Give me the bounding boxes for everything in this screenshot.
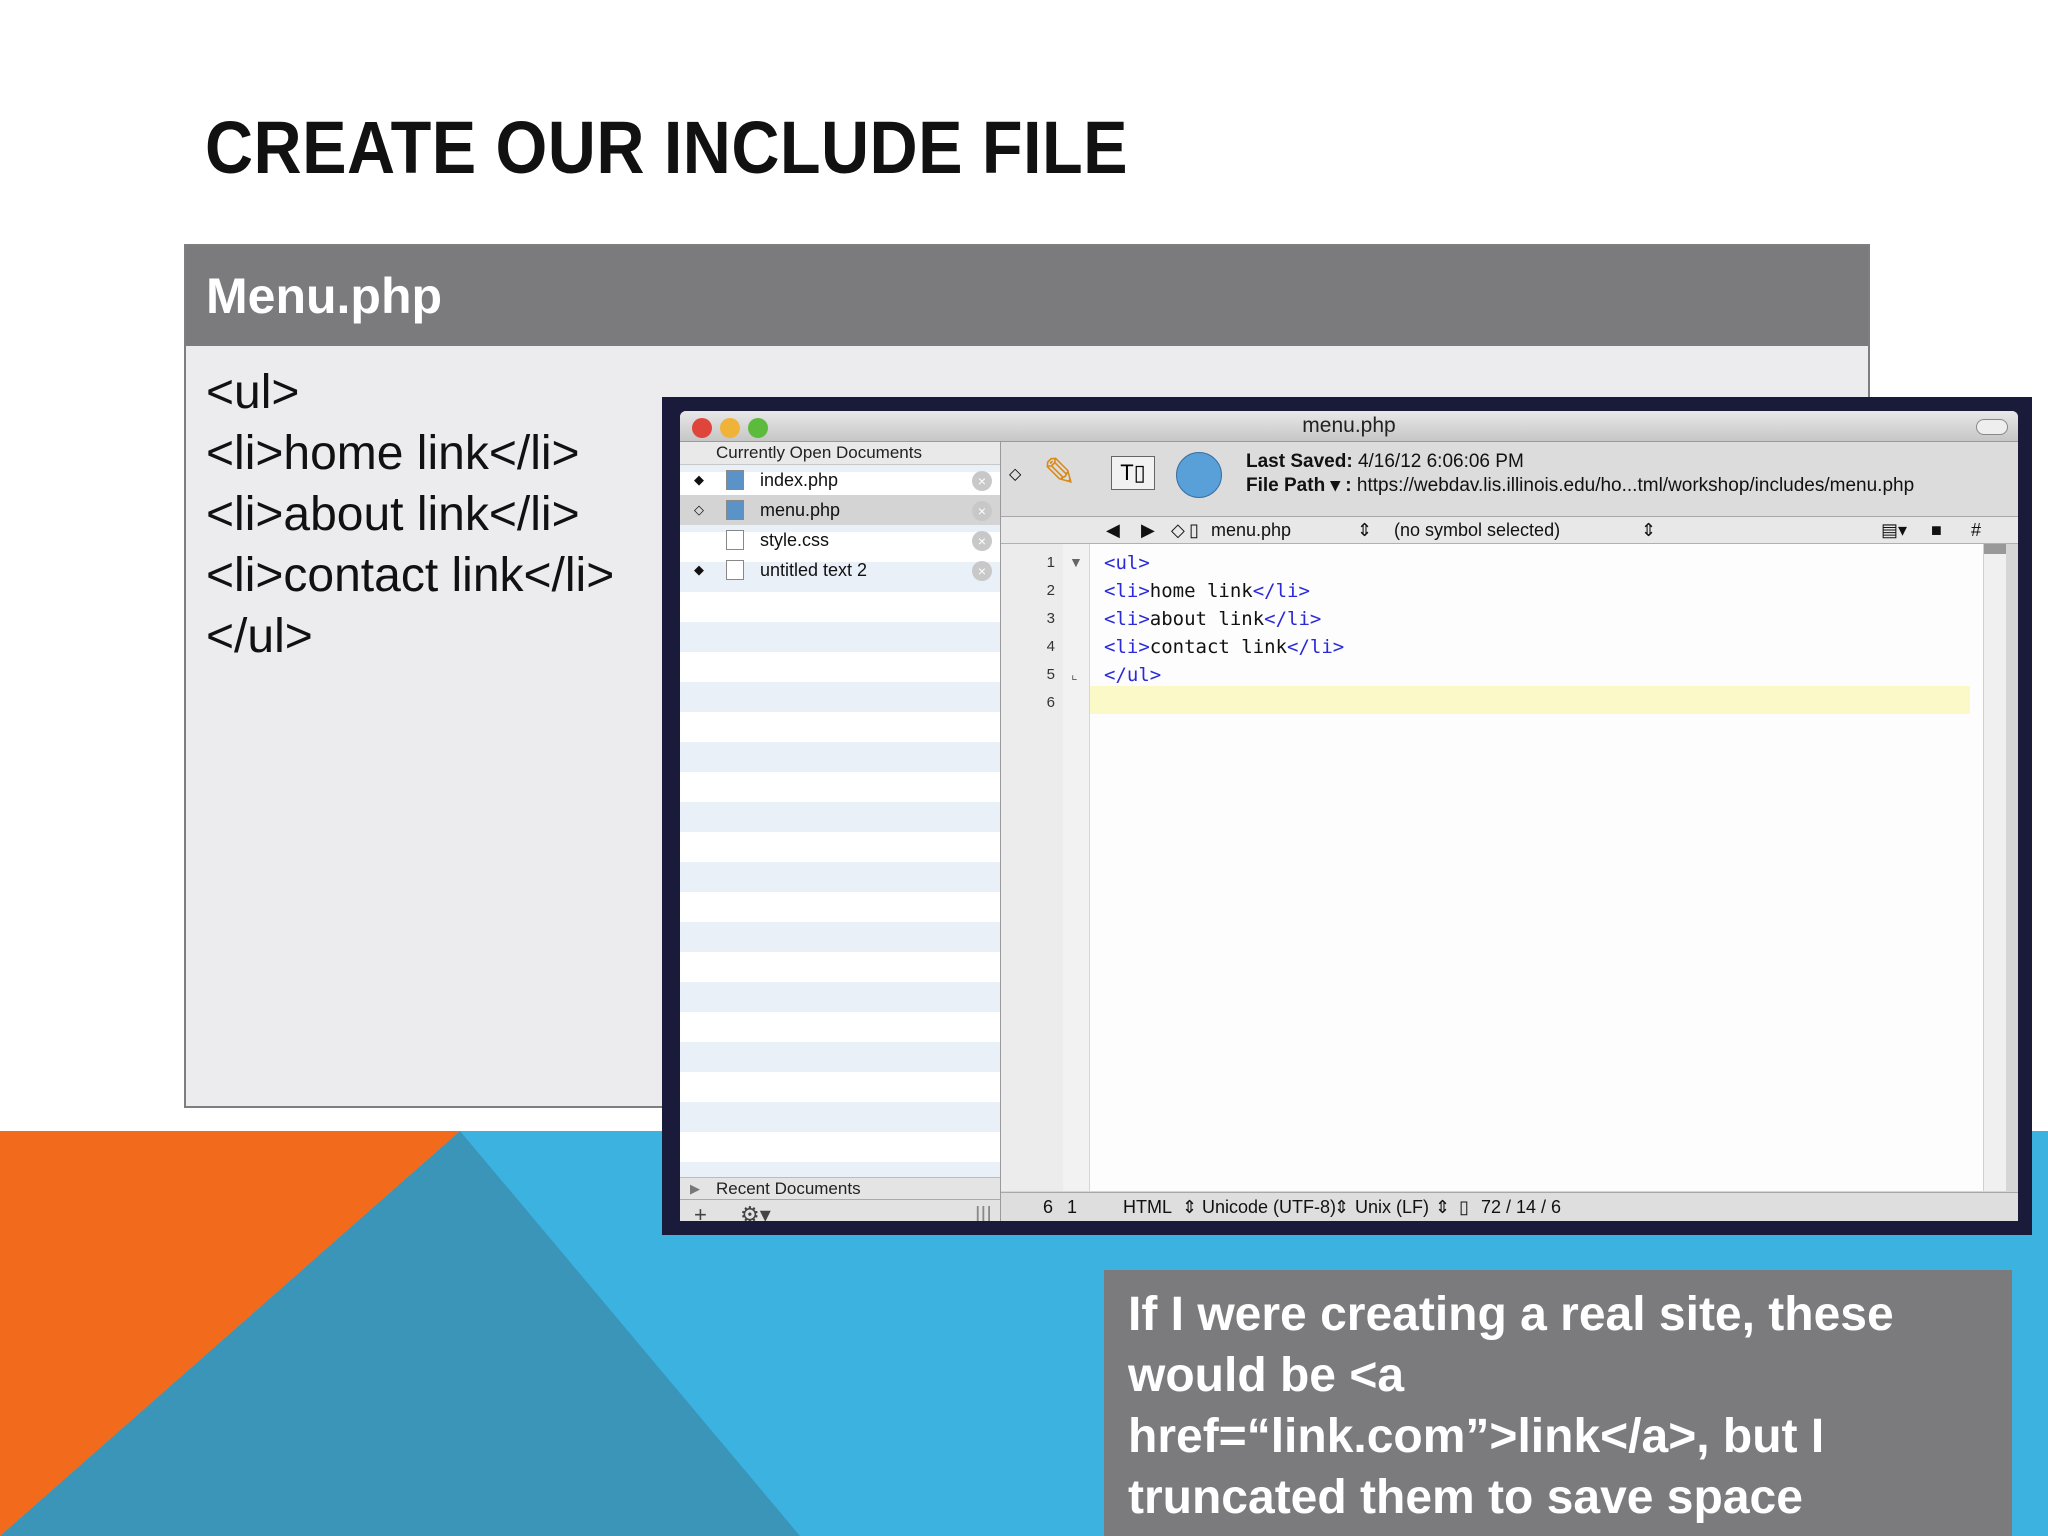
- sidebar-heading: Currently Open Documents: [680, 442, 1000, 465]
- file-path-value: https://webdav.lis.illinois.edu/ho...tml…: [1356, 475, 1915, 496]
- status-bar: 6 1 HTML ⇕ Unicode (UTF-8) ⇕ Unix (LF) ⇕…: [1001, 1192, 2018, 1221]
- green-square-icon[interactable]: ■: [1931, 517, 1942, 543]
- line-number: 6: [1046, 694, 1055, 711]
- document-name: style.css: [760, 530, 830, 550]
- card-header: Menu.php: [186, 246, 1868, 346]
- css-file-icon: [726, 530, 744, 550]
- close-document-icon[interactable]: ×: [972, 501, 992, 521]
- code-line: <li>home link</li>: [1104, 580, 1310, 602]
- chevron-updown-icon[interactable]: ⇕: [1182, 1193, 1197, 1221]
- current-line-highlight: [1090, 686, 1970, 714]
- code-line: </ul>: [1104, 664, 1162, 686]
- diamond-icon[interactable]: ◇: [1009, 464, 1021, 484]
- line-number: 5: [1046, 666, 1055, 683]
- document-status-mark: ◇: [694, 502, 704, 517]
- code-line: <li>about link</li>: [1104, 608, 1322, 630]
- bookmark-icon[interactable]: ▤▾: [1881, 517, 1907, 543]
- chevron-updown-icon[interactable]: ⇕: [1435, 1193, 1450, 1221]
- php-file-icon: [726, 500, 744, 520]
- pencil-icon[interactable]: ✎: [1043, 450, 1077, 496]
- close-document-icon[interactable]: ×: [972, 531, 992, 551]
- line-number: 2: [1046, 582, 1055, 599]
- code-line: <ul>: [1104, 552, 1150, 574]
- disclosure-triangle-icon[interactable]: ▶: [690, 1178, 700, 1200]
- line-number: 4: [1046, 638, 1055, 655]
- fold-triangle-icon[interactable]: ▼: [1069, 554, 1083, 570]
- document-status-mark: ◆: [694, 562, 704, 577]
- window-title: menu.php: [1302, 414, 1396, 437]
- fold-gutter: ▼ ⌞: [1063, 544, 1089, 1191]
- back-arrow-icon[interactable]: ◀: [1106, 517, 1120, 543]
- chevron-updown-icon[interactable]: ⇕: [1357, 517, 1372, 543]
- text-file-icon: [726, 560, 744, 580]
- window-titlebar[interactable]: menu.php: [680, 411, 2018, 442]
- editor-toolbar: ◇ ✎ T▯ Last Saved: 4/16/12 6:06:06 PM Fi…: [1001, 442, 2018, 517]
- status-line: 6: [1043, 1197, 1054, 1217]
- text-options-button[interactable]: T▯: [1111, 456, 1155, 490]
- last-saved-label: Last Saved:: [1246, 451, 1353, 472]
- document-counts: 72 / 14 / 6: [1481, 1197, 1562, 1217]
- document-item-untitled[interactable]: ◆ untitled text 2 ×: [680, 555, 1000, 585]
- recent-documents-section[interactable]: ▶ Recent Documents: [680, 1177, 1000, 1200]
- document-item-style[interactable]: style.css ×: [680, 525, 1000, 555]
- line-number: 1: [1046, 554, 1055, 571]
- document-name: untitled text 2: [760, 560, 868, 580]
- line-number-gutter: 1 2 3 4 5 6: [1001, 544, 1064, 1191]
- document-icon: ▯: [1459, 1197, 1469, 1217]
- file-popup[interactable]: menu.php: [1211, 517, 1291, 543]
- diamond-icon[interactable]: ◇: [1171, 517, 1185, 543]
- gear-icon[interactable]: ⚙▾: [740, 1202, 771, 1221]
- document-icon: ▯: [1189, 520, 1199, 540]
- slide-title: CREATE OUR INCLUDE FILE: [205, 106, 1129, 189]
- line-endings-popup[interactable]: Unix (LF): [1355, 1193, 1429, 1221]
- vertical-scrollbar[interactable]: [1983, 544, 2006, 1191]
- resize-grip-icon[interactable]: |||: [975, 1202, 992, 1221]
- code-line: <li>contact link</li>: [1104, 636, 1345, 658]
- symbol-popup[interactable]: (no symbol selected): [1394, 517, 1560, 543]
- document-name: menu.php: [760, 500, 841, 520]
- add-document-button[interactable]: +: [694, 1202, 707, 1221]
- forward-arrow-icon[interactable]: ▶: [1141, 517, 1155, 543]
- encoding-popup[interactable]: Unicode (UTF-8): [1202, 1193, 1336, 1221]
- close-document-icon[interactable]: ×: [972, 561, 992, 581]
- recent-documents-label: Recent Documents: [716, 1179, 861, 1198]
- editor-screenshot: menu.php Currently Open Documents ◆ inde…: [662, 397, 2032, 1235]
- toolbar-toggle-button[interactable]: [1976, 419, 2008, 435]
- document-name: index.php: [760, 470, 839, 490]
- file-path-label[interactable]: File Path ▾ :: [1246, 475, 1352, 496]
- chevron-updown-icon[interactable]: ⇕: [1334, 1193, 1349, 1221]
- code-editor[interactable]: <ul> <li>home link</li> <li>about link</…: [1090, 544, 2006, 1191]
- note-callout: If I were creating a real site, these wo…: [1104, 1270, 2012, 1536]
- document-status-mark: ◆: [694, 472, 704, 487]
- line-number: 3: [1046, 610, 1055, 627]
- navigation-bar: ◀ ▶ ◇ ▯ menu.php ⇕ (no symbol selected) …: [1001, 517, 2018, 544]
- fold-end-icon: ⌞: [1071, 666, 1078, 682]
- php-file-icon: [726, 470, 744, 490]
- document-item-menu[interactable]: ◇ menu.php ×: [680, 495, 1000, 525]
- language-popup[interactable]: HTML: [1123, 1193, 1172, 1221]
- hash-popup[interactable]: #: [1971, 517, 1981, 543]
- status-column: 1: [1067, 1197, 1078, 1217]
- documents-sidebar: Currently Open Documents ◆ index.php × ◇…: [680, 442, 1001, 1221]
- document-item-index[interactable]: ◆ index.php ×: [680, 465, 1000, 495]
- sidebar-footer: + ⚙▾ |||: [680, 1199, 1000, 1221]
- editor-window: menu.php Currently Open Documents ◆ inde…: [680, 411, 2018, 1221]
- chevron-updown-icon[interactable]: ⇕: [1641, 517, 1656, 543]
- scrollbar-thumb[interactable]: [1984, 544, 2006, 554]
- preview-globe-icon[interactable]: [1176, 452, 1222, 498]
- close-document-icon[interactable]: ×: [972, 471, 992, 491]
- last-saved-value: 4/16/12 6:06:06 PM: [1357, 451, 1524, 472]
- file-info: Last Saved: 4/16/12 6:06:06 PM File Path…: [1246, 450, 1914, 498]
